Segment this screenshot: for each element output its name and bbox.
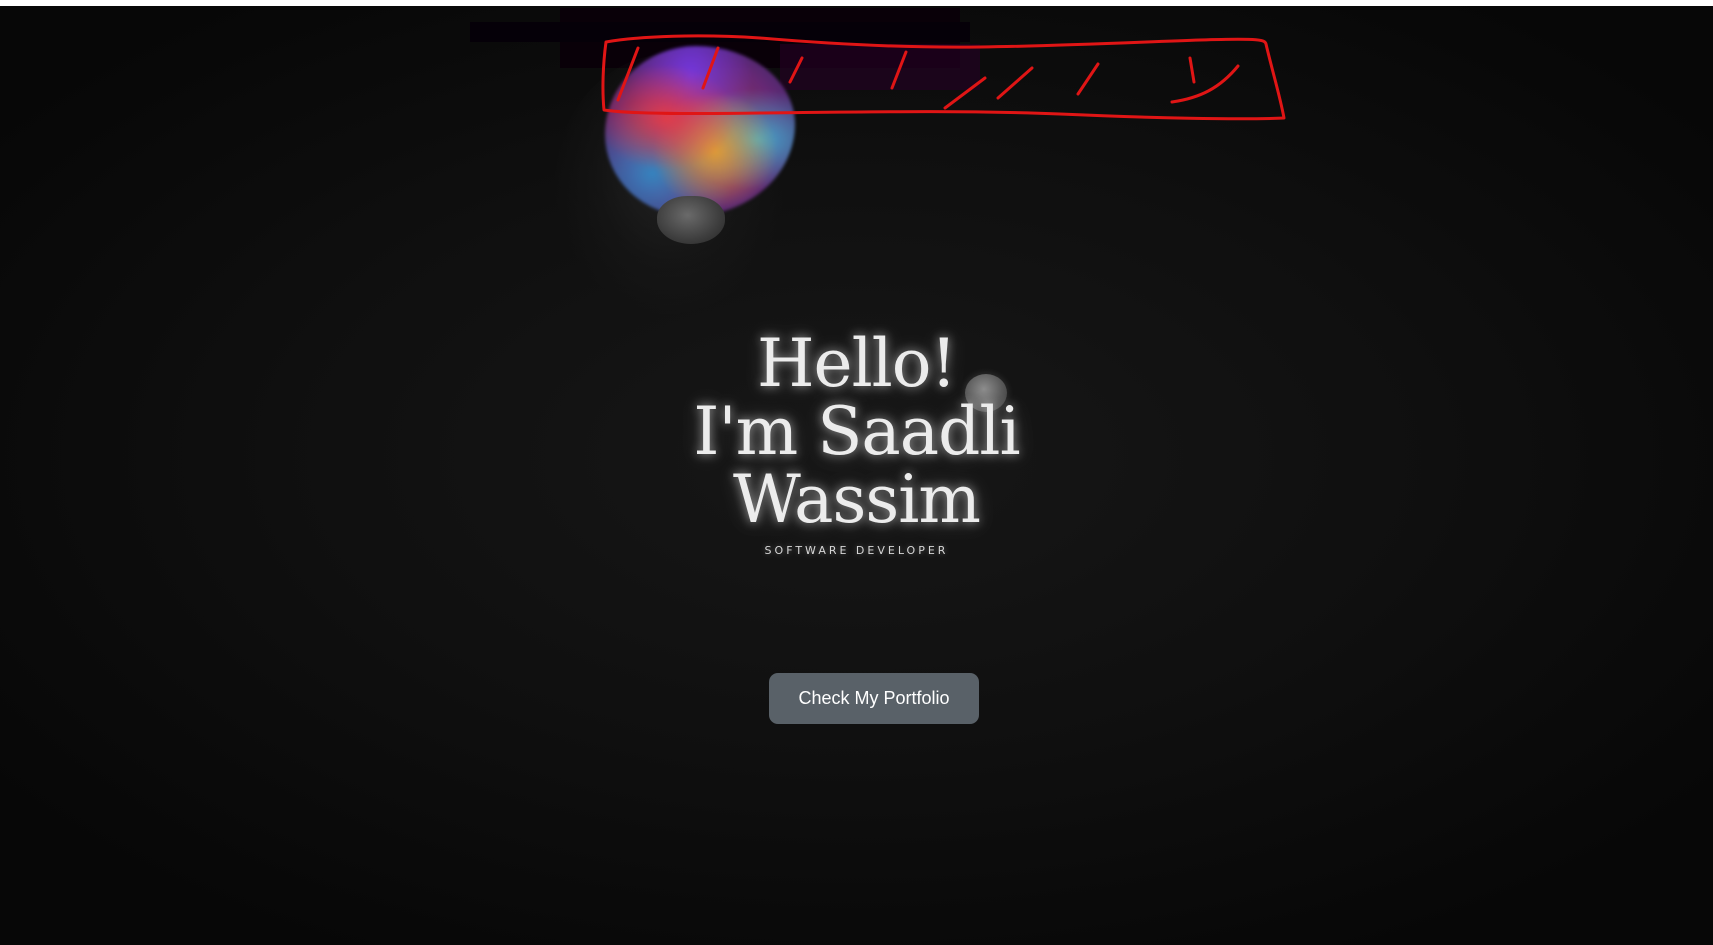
hero-section: Hello! I'm Saadli Wassim SOFTWARE DEVELO… <box>0 330 1713 558</box>
hero-greeting: Hello! <box>756 325 957 402</box>
annotation-outline <box>601 34 1286 121</box>
hero-name-line-2: Wassim <box>733 461 981 538</box>
hero-title: Hello! I'm Saadli Wassim <box>0 330 1713 534</box>
check-portfolio-button[interactable]: Check My Portfolio <box>769 673 979 724</box>
hero-name-line-1: I'm Saadli <box>693 393 1020 470</box>
hero-subtitle: SOFTWARE DEVELOPER <box>764 544 949 557</box>
